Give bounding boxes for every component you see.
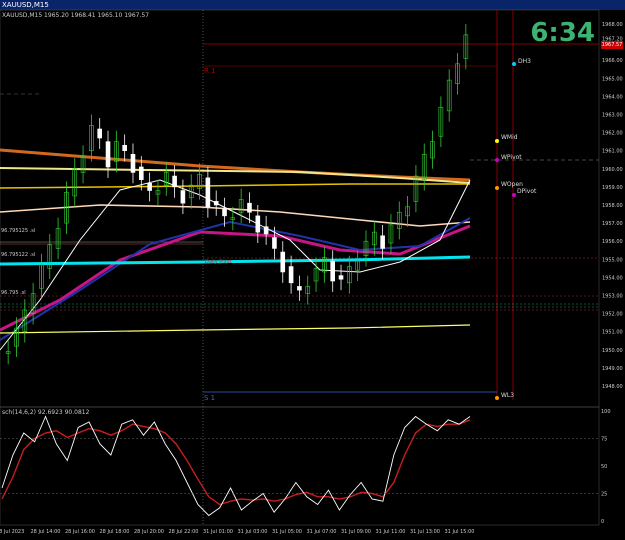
dpivot-marker (512, 193, 516, 197)
current-price-tag: 1967.57 (601, 41, 623, 49)
candle-body (139, 166, 144, 180)
wpivot-label: WPivot (501, 154, 522, 161)
indicator-tick: 50 (601, 464, 607, 470)
price-tick: 1964.00 (602, 94, 623, 100)
indicator-tick: 25 (601, 492, 607, 498)
wopen-label: WOpen (501, 181, 523, 188)
candle-body (130, 154, 136, 173)
time-tick: 28 Jul 18:00 (100, 529, 130, 535)
time-tick: 28 Jul 16:00 (65, 529, 95, 535)
indicator-tick: 75 (601, 437, 607, 443)
price-tick: 1948.00 (602, 384, 623, 390)
price-chart[interactable]: 1968.001967.201966.001965.001964.001963.… (0, 0, 625, 540)
candle-body (330, 260, 335, 282)
magenta-ma (0, 224, 471, 332)
indicator-label: sch(14,6,2) 92.6923 90.0812 (2, 409, 90, 416)
candle-body (338, 275, 344, 280)
candle-body (97, 128, 102, 139)
time-tick: 28 Jul 14:00 (31, 529, 61, 535)
candles (5, 24, 469, 365)
pivot-levels (0, 43, 599, 393)
candle-body (180, 190, 186, 204)
candle-body (255, 215, 261, 233)
candle-body (380, 235, 385, 249)
yellow-flat-ma (0, 324, 471, 334)
daily-pivot-label: Daily Pivot (205, 259, 232, 265)
wopen-marker (495, 186, 499, 190)
left-label-1: 96.795125 .sl (1, 228, 35, 234)
price-tick: 1962.00 (602, 131, 623, 137)
candle-body (297, 286, 302, 291)
dh3-marker (512, 62, 516, 66)
time-tick: 31 Jul 09:00 (341, 529, 371, 535)
indicator-tick: 0 (601, 519, 604, 525)
price-tick: 1955.00 (602, 257, 623, 263)
left-label-3: 96.795 .sl (1, 290, 26, 296)
wpivot-marker (495, 158, 499, 162)
orange-ma (0, 148, 471, 182)
candle-body (213, 201, 219, 206)
stochastic-indicator (1, 415, 471, 517)
time-tick: 31 Jul 11:00 (376, 529, 406, 535)
price-tick: 1952.00 (602, 312, 623, 318)
candle-body (105, 141, 111, 168)
time-tick: 31 Jul 05:00 (272, 529, 302, 535)
time-tick: 28 Jul 20:00 (134, 529, 164, 535)
candle-body (288, 266, 294, 284)
time-tick: 31 Jul 13:00 (410, 529, 440, 535)
price-tick: 1958.00 (602, 203, 623, 209)
wmid-marker (495, 139, 499, 143)
time-tick: 31 Jul 01:00 (203, 529, 233, 535)
price-tick: 1950.00 (602, 348, 623, 354)
price-tick: 1965.00 (602, 76, 623, 82)
price-tick: 1959.00 (602, 185, 623, 191)
dpivot-label: DPivot (517, 188, 537, 195)
price-tick: 1961.00 (602, 149, 623, 155)
price-tick: 1960.00 (602, 167, 623, 173)
price-tick: 1957.00 (602, 221, 623, 227)
candle-body (172, 175, 177, 188)
price-tick: 1963.00 (602, 113, 623, 119)
candle-body (272, 237, 277, 249)
s1-label: S 1 (204, 394, 215, 402)
time-tick: 31 Jul 15:00 (445, 529, 475, 535)
candle-body (247, 202, 252, 213)
candle-body (122, 144, 127, 152)
moving-averages (0, 148, 471, 351)
main-pane-frame (0, 9, 600, 408)
indicator-pane-frame (0, 406, 600, 526)
stoch-signal-line (1, 419, 471, 506)
time-tick: 31 Jul 07:00 (307, 529, 337, 535)
r1-label: R 1 (204, 67, 216, 75)
wl3-label: WL3 (501, 392, 514, 399)
candle-body (263, 226, 269, 235)
indicator-tick: 100 (601, 409, 611, 415)
candle-body (205, 177, 211, 208)
price-tick: 1953.00 (602, 294, 623, 300)
time-tick: 28 Jul 22:00 (169, 529, 199, 535)
candle-body (222, 208, 227, 217)
candle-body (280, 251, 286, 273)
candle-body (147, 182, 152, 191)
yellow-ma (0, 183, 470, 189)
price-tick: 1968.00 (602, 22, 623, 28)
price-tick: 1956.00 (602, 239, 623, 245)
price-tick: 1949.00 (602, 366, 623, 372)
wmid-label: WMid (501, 134, 518, 141)
dh3-label: DH3 (518, 58, 531, 65)
price-tick: 1951.00 (602, 330, 623, 336)
left-label-2: 96.795122 .sl (1, 252, 35, 258)
price-tick: 1954.00 (602, 275, 623, 281)
time-tick: 28 Jul 2023 (0, 529, 24, 535)
price-tick: 1966.00 (602, 58, 623, 64)
wl3-marker (495, 396, 499, 400)
time-tick: 31 Jul 03:00 (238, 529, 268, 535)
